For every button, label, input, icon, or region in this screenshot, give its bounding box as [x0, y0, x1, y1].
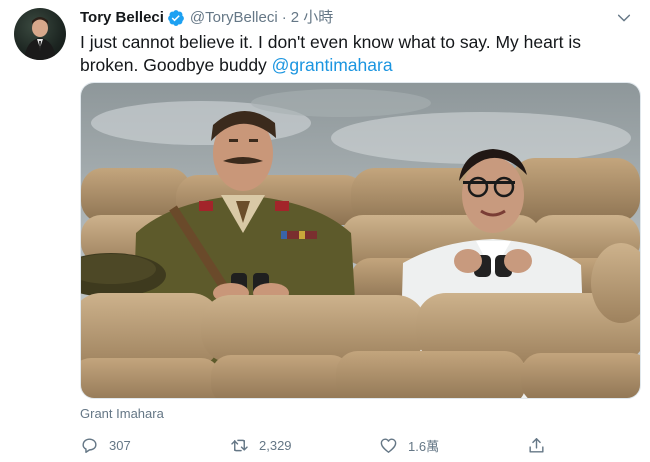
- handle[interactable]: @ToryBelleci: [190, 8, 278, 28]
- share-icon: [529, 438, 544, 453]
- heart-icon: [380, 438, 397, 453]
- reply-button[interactable]: 307: [80, 436, 131, 455]
- chevron-down-icon[interactable]: [616, 10, 632, 26]
- retweet-count: 2,329: [259, 438, 292, 453]
- separator: ·: [281, 9, 287, 26]
- like-button[interactable]: 1.6萬: [379, 436, 439, 455]
- tweet-text: I just cannot believe it. I don't even k…: [80, 31, 620, 77]
- tweet[interactable]: Tory Belleci @ToryBelleci · 2 小時 I just …: [0, 0, 650, 462]
- timestamp[interactable]: 2 小時: [291, 8, 334, 28]
- reply-count: 307: [109, 438, 131, 453]
- like-count: 1.6萬: [408, 439, 440, 454]
- retweet-button[interactable]: 2,329: [230, 436, 292, 455]
- tweet-photo[interactable]: [80, 82, 641, 399]
- retweet-icon: [231, 439, 248, 452]
- share-button[interactable]: [527, 436, 556, 455]
- display-name[interactable]: Tory Belleci: [80, 8, 164, 28]
- verified-badge-icon: [167, 9, 185, 27]
- mention-link[interactable]: @grantimahara: [272, 55, 393, 75]
- avatar[interactable]: [14, 8, 66, 60]
- reply-icon: [82, 438, 97, 453]
- tweet-actions: 307 2,329 1.6萬: [80, 436, 550, 458]
- tweet-header: Tory Belleci @ToryBelleci · 2 小時: [80, 8, 333, 28]
- media-caption[interactable]: Grant Imahara: [80, 406, 164, 421]
